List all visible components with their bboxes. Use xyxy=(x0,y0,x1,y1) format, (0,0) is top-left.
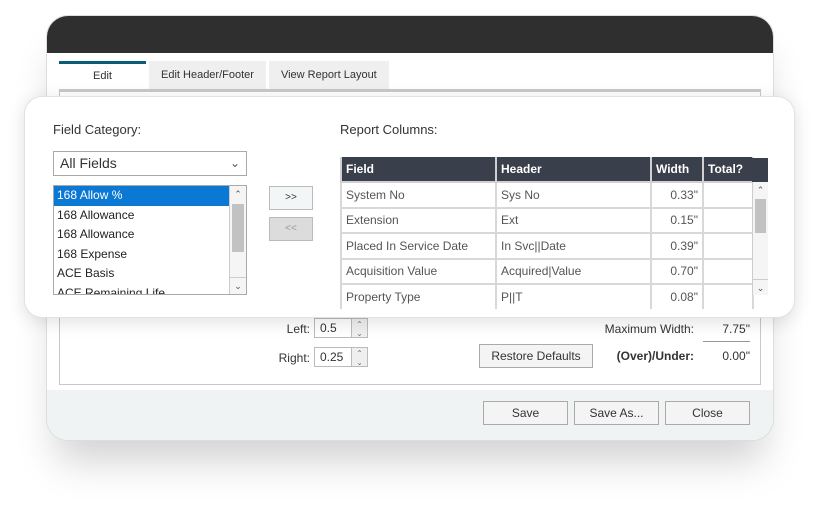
cell-field[interactable]: System No xyxy=(340,181,497,209)
cell-header[interactable]: Acquired|Value xyxy=(495,257,652,285)
list-item[interactable]: 168 Allowance xyxy=(54,206,229,226)
cell-total[interactable] xyxy=(702,206,754,234)
add-column-button[interactable]: >> xyxy=(269,186,313,210)
list-item[interactable]: 168 Allow % xyxy=(54,186,229,206)
report-columns-label: Report Columns: xyxy=(340,122,438,137)
save-as-button[interactable]: Save As... xyxy=(574,401,659,425)
table-row[interactable]: Acquisition Value Acquired|Value 0.70" xyxy=(340,257,754,285)
column-header-width[interactable]: Width xyxy=(650,157,704,183)
tab-bar: Edit Columns Edit Header/Footer View Rep… xyxy=(59,61,392,107)
column-header-field[interactable]: Field xyxy=(340,157,497,183)
remove-column-button[interactable]: << xyxy=(269,217,313,241)
scroll-thumb[interactable] xyxy=(232,204,244,252)
available-fields-list[interactable]: 168 Allow % 168 Allowance 168 Allowance … xyxy=(53,185,247,295)
cell-width[interactable]: 0.08" xyxy=(650,283,704,309)
cell-total[interactable] xyxy=(702,283,754,309)
column-header-total[interactable]: Total? xyxy=(702,157,754,183)
spinner-arrows-icon[interactable]: ⌃ ⌄ xyxy=(351,319,367,338)
chevron-down-icon[interactable]: ⌄ xyxy=(753,279,768,295)
grid-header-row: Field Header Width Total? xyxy=(340,157,754,183)
list-item[interactable]: ACE Remaining Life xyxy=(54,284,229,295)
sum-rule xyxy=(703,341,750,342)
field-category-value: All Fields xyxy=(60,155,117,171)
over-under-label: (Over)/Under: xyxy=(616,349,694,363)
grid-scroll-track[interactable]: ⌃ ⌄ xyxy=(752,182,768,295)
report-columns-grid: Field Header Width Total? System No Sys … xyxy=(340,157,767,309)
grid-scrollbar[interactable]: ⌃ ⌄ xyxy=(752,158,768,295)
table-row[interactable]: System No Sys No 0.33" xyxy=(340,181,754,209)
over-under-value: 0.00" xyxy=(722,349,750,363)
list-item[interactable]: 168 Expense xyxy=(54,245,229,265)
table-row[interactable]: Property Type P||T 0.08" xyxy=(340,283,754,309)
dialog-footer: Save Save As... Close xyxy=(47,390,773,440)
chevron-down-icon[interactable]: ⌄ xyxy=(230,277,246,294)
cell-header[interactable]: In Svc||Date xyxy=(495,232,652,260)
cell-total[interactable] xyxy=(702,181,754,209)
right-margin-value[interactable]: 0.25 xyxy=(315,348,351,366)
cell-total[interactable] xyxy=(702,257,754,285)
max-width-value: 7.75" xyxy=(722,322,750,336)
left-margin-value[interactable]: 0.5 xyxy=(315,319,351,337)
column-header-header[interactable]: Header xyxy=(495,157,652,183)
title-bar xyxy=(47,16,773,53)
max-width-label: Maximum Width: xyxy=(604,322,694,336)
list-item[interactable]: 168 Allowance xyxy=(54,225,229,245)
left-margin-spinner[interactable]: 0.5 ⌃ ⌄ xyxy=(314,318,368,338)
save-button[interactable]: Save xyxy=(483,401,568,425)
cell-width[interactable]: 0.33" xyxy=(650,181,704,209)
list-item[interactable]: ACE Basis xyxy=(54,264,229,284)
cell-width[interactable]: 0.70" xyxy=(650,257,704,285)
cell-header[interactable]: Sys No xyxy=(495,181,652,209)
chevron-down-icon: ⌄ xyxy=(229,156,240,170)
chevron-up-icon[interactable]: ⌃ xyxy=(230,186,246,203)
cell-field[interactable]: Property Type xyxy=(340,283,497,309)
cell-header[interactable]: Ext xyxy=(495,206,652,234)
spinner-arrows-icon[interactable]: ⌃ ⌄ xyxy=(351,348,367,367)
scroll-thumb[interactable] xyxy=(755,199,766,233)
left-margin-label: Left: xyxy=(286,322,310,336)
cell-field[interactable]: Acquisition Value xyxy=(340,257,497,285)
chevron-up-icon[interactable]: ⌃ xyxy=(753,182,768,198)
cell-total[interactable] xyxy=(702,232,754,260)
cell-field[interactable]: Placed In Service Date xyxy=(340,232,497,260)
cell-width[interactable]: 0.39" xyxy=(650,232,704,260)
field-category-select[interactable]: All Fields ⌄ xyxy=(53,151,247,176)
cell-header[interactable]: P||T xyxy=(495,283,652,309)
table-row[interactable]: Extension Ext 0.15" xyxy=(340,206,754,234)
tab-edit-columns[interactable]: Edit Columns xyxy=(59,61,146,107)
cell-field[interactable]: Extension xyxy=(340,206,497,234)
field-category-label: Field Category: xyxy=(53,122,142,137)
cell-width[interactable]: 0.15" xyxy=(650,206,704,234)
right-margin-spinner[interactable]: 0.25 ⌃ ⌄ xyxy=(314,347,368,367)
table-row[interactable]: Placed In Service Date In Svc||Date 0.39… xyxy=(340,232,754,260)
close-button[interactable]: Close xyxy=(665,401,750,425)
grid-scroll-header xyxy=(752,158,768,182)
tab-view-report-layout[interactable]: View Report Layout xyxy=(268,61,389,89)
list-scrollbar[interactable]: ⌃ ⌄ xyxy=(229,186,246,294)
column-picker-callout: Field Category: All Fields ⌄ 168 Allow %… xyxy=(24,96,795,318)
tab-edit-header-footer[interactable]: Edit Header/Footer xyxy=(149,61,266,89)
right-margin-label: Right: xyxy=(278,351,310,365)
